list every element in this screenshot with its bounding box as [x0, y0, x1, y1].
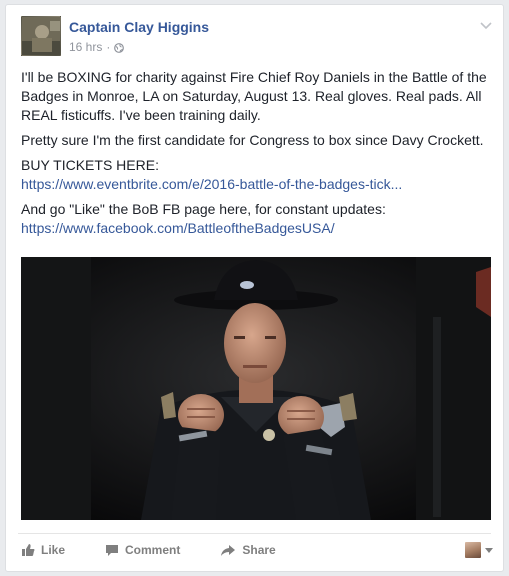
post-card: Captain Clay Higgins 16 hrs · I'll be BO…: [5, 4, 504, 572]
post-paragraph: Pretty sure I'm the first candidate for …: [21, 132, 484, 148]
share-label: Share: [242, 543, 276, 557]
share-button[interactable]: Share: [220, 543, 276, 557]
like-button[interactable]: Like: [21, 543, 65, 557]
facebook-page-link[interactable]: https://www.facebook.com/BattleoftheBadg…: [21, 220, 335, 236]
comment-button[interactable]: Comment: [105, 543, 180, 557]
post-timestamp[interactable]: 16 hrs: [69, 40, 102, 54]
comment-bubble-icon: [105, 544, 119, 557]
viewer-avatar: [465, 542, 481, 558]
like-label: Like: [41, 543, 66, 557]
viewer-selector[interactable]: [465, 542, 493, 558]
share-arrow-icon: [220, 544, 236, 557]
globe-icon[interactable]: [114, 42, 125, 53]
post-actions: Like Comment Share: [21, 539, 493, 561]
post-paragraph: I'll be BOXING for charity against Fire …: [21, 69, 487, 123]
post-photo[interactable]: [21, 257, 491, 520]
actions-divider: [18, 533, 491, 534]
tickets-label: BUY TICKETS HERE:: [21, 157, 159, 173]
author-avatar[interactable]: [21, 16, 61, 56]
caret-down-icon: [485, 543, 493, 557]
post-meta: 16 hrs ·: [69, 40, 125, 54]
author-name[interactable]: Captain Clay Higgins: [69, 19, 209, 35]
meta-separator: ·: [106, 40, 111, 54]
like-page-text: And go "Like" the BoB FB page here, for …: [21, 201, 386, 217]
post-body: I'll be BOXING for charity against Fire …: [21, 68, 495, 244]
thumbs-up-icon: [21, 543, 35, 557]
chevron-down-icon[interactable]: [479, 18, 493, 32]
comment-label: Comment: [125, 543, 181, 557]
tickets-link[interactable]: https://www.eventbrite.com/e/2016-battle…: [21, 176, 402, 192]
